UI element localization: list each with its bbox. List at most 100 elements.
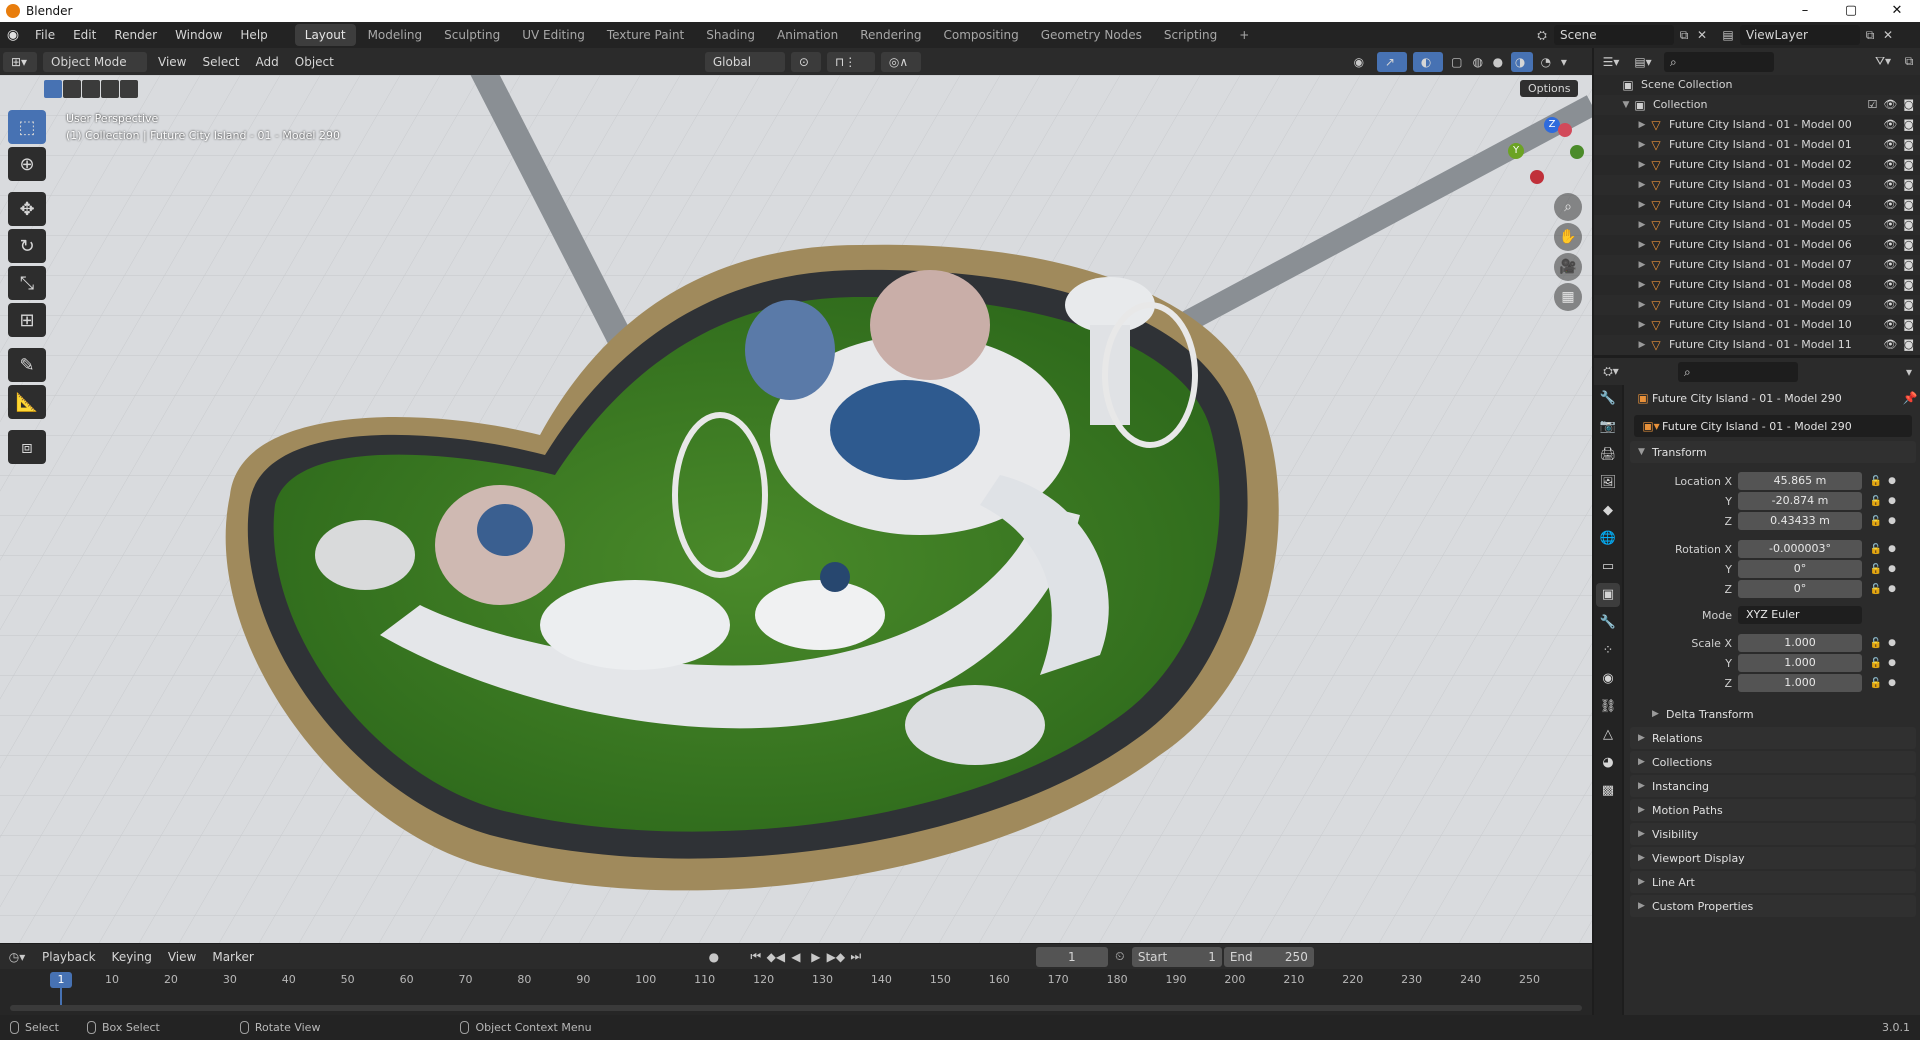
- view-layer-selector[interactable]: ViewLayer: [1740, 25, 1860, 45]
- blender-menu-icon[interactable]: ◉: [0, 27, 26, 43]
- viewport-menu-add[interactable]: Add: [248, 55, 287, 69]
- preview-range-icon[interactable]: ⏲: [1108, 949, 1132, 964]
- new-view-layer-icon[interactable]: ⧉: [1860, 28, 1880, 43]
- location-y-field[interactable]: -20.874 m: [1738, 492, 1862, 510]
- tab-sculpting[interactable]: Sculpting: [434, 24, 510, 46]
- timeline-scrollbar[interactable]: [10, 1005, 1582, 1011]
- location-z-field[interactable]: 0.43433 m: [1738, 512, 1862, 530]
- expand-chevron-icon[interactable]: ▶: [1636, 215, 1648, 235]
- panel-relations[interactable]: ▶ Relations: [1630, 727, 1916, 749]
- render-tab-icon[interactable]: 📷: [1596, 415, 1620, 439]
- rotate-tool-icon[interactable]: ↻: [8, 229, 46, 263]
- camera-icon[interactable]: ◙: [1903, 135, 1914, 155]
- tab-rendering[interactable]: Rendering: [850, 24, 931, 46]
- maximize-button[interactable]: ▢: [1828, 0, 1874, 22]
- panel-viewport-display[interactable]: ▶ Viewport Display: [1630, 847, 1916, 869]
- scale-x-field[interactable]: 1.000: [1738, 634, 1862, 652]
- scale-y-field[interactable]: 1.000: [1738, 654, 1862, 672]
- visibility-filter-icon[interactable]: ◉: [1344, 55, 1374, 69]
- keyframe-dot-icon[interactable]: ●: [1886, 516, 1898, 526]
- collection-eye-icon[interactable]: 👁: [1883, 95, 1897, 115]
- lock-icon[interactable]: 🔓: [1866, 516, 1886, 527]
- solid-shading-icon[interactable]: ●: [1488, 55, 1508, 69]
- new-collection-icon[interactable]: ⧉: [1898, 54, 1920, 69]
- tab-modeling[interactable]: Modeling: [358, 24, 433, 46]
- playhead-frame-badge[interactable]: 1: [50, 972, 72, 988]
- camera-icon[interactable]: ◙: [1903, 215, 1914, 235]
- camera-icon[interactable]: ◙: [1903, 255, 1914, 275]
- constraints-tab-icon[interactable]: ⛓: [1596, 695, 1620, 719]
- keyframe-dot-icon[interactable]: ●: [1886, 496, 1898, 506]
- collection-checkbox-icon[interactable]: ☑: [1867, 95, 1877, 115]
- prev-keyframe-icon[interactable]: ◆◀: [766, 950, 786, 964]
- tab-uv-editing[interactable]: UV Editing: [512, 24, 595, 46]
- camera-icon[interactable]: ◙: [1903, 275, 1914, 295]
- lock-icon[interactable]: 🔓: [1866, 476, 1886, 487]
- new-scene-icon[interactable]: ⧉: [1674, 28, 1694, 43]
- snap-icon[interactable]: ⊓⋮: [826, 51, 875, 72]
- eye-icon[interactable]: 👁: [1883, 255, 1897, 275]
- select-box-tool-icon[interactable]: ⬚: [8, 110, 46, 144]
- menu-help[interactable]: Help: [231, 22, 276, 48]
- outliner-object-row[interactable]: ▶ ▽ Future City Island - 01 - Model 04 👁 ◙: [1594, 195, 1920, 215]
- rendered-shading-icon[interactable]: ◔: [1536, 55, 1556, 69]
- tab-shading[interactable]: Shading: [696, 24, 765, 46]
- expand-chevron-icon[interactable]: ▶: [1636, 275, 1648, 295]
- measure-tool-icon[interactable]: 📐: [8, 385, 46, 419]
- eye-icon[interactable]: 👁: [1883, 315, 1897, 335]
- start-frame-field[interactable]: Start 1: [1131, 946, 1222, 967]
- lock-icon[interactable]: 🔓: [1866, 584, 1886, 595]
- outliner-editor-type-icon[interactable]: ☰▾: [1594, 55, 1628, 69]
- panel-collections[interactable]: ▶ Collections: [1630, 751, 1916, 773]
- expand-chevron-icon[interactable]: ▶: [1636, 295, 1648, 315]
- lock-icon[interactable]: 🔓: [1866, 658, 1886, 669]
- zoom-icon[interactable]: ⌕: [1554, 193, 1582, 221]
- expand-chevron-icon[interactable]: ▶: [1636, 115, 1648, 135]
- eye-icon[interactable]: 👁: [1883, 135, 1897, 155]
- end-frame-field[interactable]: End 250: [1223, 946, 1314, 967]
- record-icon[interactable]: ●: [702, 950, 726, 964]
- cursor-tool-icon[interactable]: ⊕: [8, 147, 46, 181]
- transform-orientation-dropdown[interactable]: Global: [704, 51, 785, 72]
- timeline[interactable]: 10 20 30 40 50 60 70 80 90 100 110 120 130 140 150 160 1…: [0, 969, 1592, 1015]
- timeline-menu-playback[interactable]: Playback: [34, 950, 104, 964]
- lock-icon[interactable]: 🔓: [1866, 638, 1886, 649]
- panel-line-art[interactable]: ▶ Line Art: [1630, 871, 1916, 893]
- expand-chevron-icon[interactable]: ▶: [1636, 335, 1648, 355]
- camera-icon[interactable]: ◙: [1903, 155, 1914, 175]
- lock-icon[interactable]: 🔓: [1866, 564, 1886, 575]
- scene-tab-icon[interactable]: ◆: [1596, 499, 1620, 523]
- outliner-object-row[interactable]: ▶ ▽ Future City Island - 01 - Model 02 👁 ◙: [1594, 155, 1920, 175]
- select-extend-icon[interactable]: [63, 80, 81, 98]
- world-tab-icon[interactable]: 🌐: [1596, 527, 1620, 551]
- timeline-menu-view[interactable]: View: [160, 950, 204, 964]
- menu-window[interactable]: Window: [166, 22, 231, 48]
- shading-options-chevron-icon[interactable]: ▾: [1556, 55, 1572, 69]
- camera-icon[interactable]: ◙: [1903, 295, 1914, 315]
- rotation-mode-dropdown[interactable]: XYZ Euler: [1738, 606, 1862, 624]
- proportional-edit-icon[interactable]: ◎∧: [880, 51, 921, 72]
- keyframe-dot-icon[interactable]: ●: [1886, 678, 1898, 688]
- collection-camera-icon[interactable]: ◙: [1903, 95, 1914, 115]
- 3d-viewport[interactable]: Options User Perspective (1) Collection …: [0, 75, 1592, 943]
- viewport-menu-view[interactable]: View: [150, 55, 194, 69]
- move-tool-icon[interactable]: ✥: [8, 192, 46, 226]
- properties-options-chevron-icon[interactable]: ▾: [1898, 365, 1920, 379]
- outliner-object-row[interactable]: ▶ ▽ Future City Island - 01 - Model 00 👁 ◙: [1594, 115, 1920, 135]
- eye-icon[interactable]: 👁: [1883, 235, 1897, 255]
- delta-transform-subpanel[interactable]: ▶ Delta Transform: [1630, 703, 1916, 725]
- expand-chevron-icon[interactable]: ▶: [1636, 195, 1648, 215]
- eye-icon[interactable]: 👁: [1883, 335, 1897, 355]
- material-tab-icon[interactable]: ◕: [1596, 751, 1620, 775]
- expand-chevron-icon[interactable]: ▶: [1636, 175, 1648, 195]
- delete-view-layer-icon[interactable]: ✕: [1880, 28, 1896, 42]
- tool-tab-icon[interactable]: 🔧: [1596, 387, 1620, 411]
- lock-icon[interactable]: 🔓: [1866, 544, 1886, 555]
- eye-icon[interactable]: 👁: [1883, 155, 1897, 175]
- particles-tab-icon[interactable]: ⁘: [1596, 639, 1620, 663]
- wireframe-shading-icon[interactable]: ◍: [1468, 55, 1488, 69]
- select-subtract-icon[interactable]: [82, 80, 100, 98]
- delete-scene-icon[interactable]: ✕: [1694, 28, 1710, 42]
- viewport-menu-select[interactable]: Select: [194, 55, 247, 69]
- collection-row[interactable]: ▼ ▣ Collection ☑ 👁 ◙: [1594, 95, 1920, 115]
